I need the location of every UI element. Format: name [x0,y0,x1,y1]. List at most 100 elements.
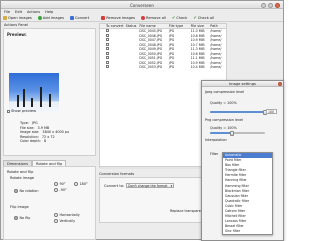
menu-edit[interactable]: Edit [15,10,22,14]
actions-panel-title: Actions Panel [4,23,28,27]
row-checkbox[interactable] [105,65,109,69]
row-file-type: JPG [168,47,175,52]
radio-no-rotation[interactable]: No rotation [14,189,38,193]
slider-fill [210,132,232,134]
radio-no-flip[interactable]: No flip [14,216,30,220]
row-file-size: 10.7 MiB [190,42,205,47]
chevron-down-icon: ▾ [170,183,173,188]
row-file-size: 10.9 MiB [190,60,205,65]
image-info: Type: JPG File size: 3.9 MB Image size: 384… [20,121,69,144]
column-header[interactable]: File name [138,24,168,28]
convert-label: Convert [74,16,90,20]
radio-button[interactable] [54,219,58,223]
remove-icon [101,16,106,20]
actions-panel: Actions Panel Preview: Show preview Type… [2,23,97,241]
table-row[interactable]: DSC_0053.JPG JPG 10.4 MiB/home/ [100,65,226,70]
row-checkbox[interactable] [105,56,109,60]
minimize-button[interactable] [261,2,266,8]
row-path: /home/ [210,60,222,65]
remove-all-label: Remove all [146,16,166,20]
row-checkbox-cell [105,51,125,56]
menu-file[interactable]: File [4,10,10,14]
info-row: Color depth: 8 [20,139,69,144]
radio-button[interactable] [54,188,58,192]
menu-actions[interactable]: Actions [27,10,40,14]
column-header[interactable]: File type [168,24,190,28]
radio-minus-90[interactable]: -90° [54,188,67,192]
row-checkbox[interactable] [105,51,109,55]
png-quality-slider[interactable] [210,130,265,136]
filter-label: Filter [210,152,219,156]
row-path: /home/ [210,29,222,34]
filter-option[interactable]: Sinc filter [223,229,272,234]
column-header[interactable]: Status [125,24,139,28]
column-header[interactable]: To convert [105,24,125,28]
filter-dropdown-list[interactable]: Automatic Point filter Box filter Triangle … [222,152,273,235]
radio-horizontally[interactable]: Horizontally [54,213,80,217]
radio-button[interactable] [54,182,58,186]
image-settings-dialog: Image settings Jpeg compression level Qu… [201,80,284,241]
row-checkbox-cell [105,29,125,33]
radio-button[interactable] [14,216,18,220]
row-file-type: JPG [168,38,175,43]
column-header[interactable]: Path [209,24,226,28]
convert-button[interactable]: Convert [69,16,90,20]
radio-no-rotation-label: No rotation [19,189,39,193]
window-controls [261,2,280,8]
window-title: Converseen [130,2,154,8]
row-checkbox[interactable] [105,47,109,51]
check-button[interactable]: ✔ Check [171,15,187,21]
radio-horizontally-label: Horizontally [59,213,80,217]
show-preview-checkbox[interactable] [7,109,10,113]
add-images-button[interactable]: Add images [37,16,64,20]
flip-image-label: Flip image [10,205,29,209]
column-header[interactable]: File size [190,24,210,28]
row-file-size: 10.9 MiB [190,38,205,43]
remove-all-button[interactable]: Remove all [141,16,166,20]
jpeg-quality-slider[interactable] [210,109,267,115]
maximize-button[interactable] [268,2,273,8]
menu-help[interactable]: Help [45,10,53,14]
radio-button[interactable] [74,182,78,186]
slider-handle[interactable] [230,130,234,136]
row-checkbox[interactable] [105,33,109,37]
close-button[interactable] [275,2,280,8]
row-path: /home/ [210,33,222,38]
row-file-size: 10.4 MiB [190,65,205,70]
row-path: /home/ [210,38,222,43]
radio-90[interactable]: 90° [54,182,66,186]
radio-vertically[interactable]: Vertically [54,219,75,223]
png-quality-label: Quality = 100% [210,126,237,130]
row-checkbox-cell [105,42,125,47]
info-label: Color depth: [20,139,41,143]
remove-images-button[interactable]: Remove images [101,16,135,20]
remove-images-label: Remove images [106,16,135,20]
row-checkbox[interactable] [105,29,109,33]
row-checkbox-cell [105,56,125,60]
row-checkbox[interactable] [105,38,109,42]
row-checkbox[interactable] [105,42,109,46]
show-preview-toggle[interactable]: Show preview [7,109,36,113]
open-images-button[interactable]: Open images [3,16,32,20]
radio-button[interactable] [54,213,58,217]
format-select[interactable]: Don't change the format ▾ [126,183,175,188]
dialog-close-button[interactable] [277,81,282,86]
jpeg-quality-spinbox[interactable]: 100 [266,109,277,114]
row-file-name: DSC_0051.JPG [139,56,163,61]
radio-button[interactable] [14,189,18,193]
check-all-icon: ✔ [193,15,197,20]
main-window: Converseen File Edit Actions Help Open i… [0,0,284,241]
row-file-size: 11.1 MiB [190,56,205,61]
jpeg-compression-label: Jpeg compression level [205,90,245,94]
title-bar: Converseen [1,1,283,9]
check-all-button[interactable]: ✔ Check all [193,15,215,21]
row-file-name: DSC_0053.JPG [139,65,163,70]
radio-180[interactable]: 180° [74,182,88,186]
toolbar: Open images Add images Convert Remove im… [1,15,283,22]
row-file-name: DSC_0045.JPG [139,29,163,34]
check-icon: ✔ [171,15,176,20]
row-checkbox[interactable] [105,60,109,64]
radio-minus-90-label: -90° [59,188,67,192]
check-all-label: Check all [197,16,215,20]
tree-silhouette [17,95,19,107]
